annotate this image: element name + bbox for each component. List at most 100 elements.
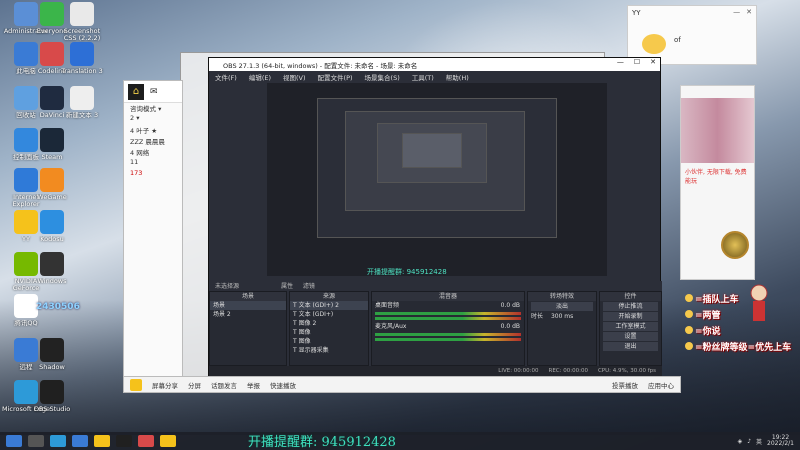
network-icon[interactable]: ◈: [738, 438, 743, 445]
vote-play-button[interactable]: 投票播放: [612, 380, 638, 390]
yy-icon[interactable]: [160, 435, 176, 447]
desktop-icon-label: Translation 3: [61, 68, 103, 75]
controls-dock: 控件 停止推流 开始录制 工作室模式 设置 退出: [599, 291, 662, 366]
qq-list-item[interactable]: 4 叶子 ★: [124, 125, 182, 136]
minimize-icon[interactable]: —: [617, 58, 624, 66]
app-center-button[interactable]: 应用中心: [648, 380, 674, 390]
control-button[interactable]: 停止推流: [603, 302, 658, 311]
source-item[interactable]: T 图像: [290, 328, 368, 337]
transition-type-select[interactable]: 淡出: [531, 302, 593, 311]
scene-item[interactable]: 场景 2: [210, 310, 286, 319]
nested-preview-4: [402, 133, 462, 168]
app-icon: [40, 168, 64, 192]
close-icon[interactable]: ✕: [746, 8, 752, 16]
obs-menu-item[interactable]: 帮助(H): [446, 72, 469, 82]
obs-preview[interactable]: 开播提醒群: 945912428: [267, 83, 607, 276]
maximize-icon[interactable]: ☐: [634, 58, 640, 66]
obs-docks: 场景 场景 场景 2 来源 T 文本 (GDI+) 2T 文本 (GDI+) T …: [209, 291, 662, 366]
qq-list-rows: 咨询模式 ▾ 2 ▾ 4 叶子 ★ ZZZ 晨晨晨 4 网络 11 173: [124, 103, 182, 180]
minimize-icon[interactable]: —: [733, 8, 740, 16]
start-icon[interactable]: [6, 435, 22, 447]
control-button[interactable]: 开始录制: [603, 312, 658, 321]
source-item[interactable]: T 文本 (GDI+): [290, 310, 368, 319]
volume-icon[interactable]: ♪: [747, 438, 751, 445]
obs-menu-item[interactable]: 编辑(E): [249, 72, 271, 82]
obs-menubar: 文件(F) 编辑(E) 视图(V) 配置文件(P) 场景集合(S) 工具(T) 帮助(H): [209, 71, 660, 83]
user-badge-icon: [685, 342, 693, 350]
danmaku-line: =插队上车: [685, 290, 800, 306]
qq-list-item[interactable]: ZZZ 晨晨晨: [124, 136, 182, 147]
explorer-icon[interactable]: [72, 435, 88, 447]
danmaku-text: =粉丝牌等级=优先上车: [695, 342, 792, 353]
qq-list-item[interactable]: 咨询模式 ▾: [124, 103, 182, 114]
desktop-icon-label: Shadow: [39, 364, 65, 371]
streamer-avatar[interactable]: [721, 231, 749, 259]
control-button[interactable]: 设置: [603, 332, 658, 341]
app-icon: [40, 338, 64, 362]
cpu-status: CPU: 4.9%, 30.00 fps: [597, 368, 656, 374]
studio-label: 未选择源 属性 滤镜: [209, 281, 662, 291]
control-button[interactable]: 退出: [603, 342, 658, 351]
source-item[interactable]: T 图像: [290, 337, 368, 346]
tab-filters[interactable]: 滤镜: [303, 283, 315, 290]
live-status: LIVE: 00:00:00: [498, 368, 539, 374]
yy-chat-window: YY of — ✕: [627, 5, 757, 65]
obs-window: OBS 27.1.3 (64-bit, windows) - 配置文件: 未命名…: [208, 57, 662, 377]
obs-menu-item[interactable]: 场景集合(S): [365, 72, 400, 82]
mixer-meter: [375, 317, 521, 320]
app-icon: [70, 86, 94, 110]
desktop-icon-label: Kodosu: [40, 236, 64, 243]
screen-share-button[interactable]: 屏幕分享: [152, 380, 178, 390]
obs-menu-item[interactable]: 视图(V): [283, 72, 306, 82]
qq-list-item[interactable]: 2 ▾: [124, 114, 182, 125]
scene-item[interactable]: 场景: [210, 301, 286, 310]
preview-caption: 开播提醒群: 945912428: [367, 268, 447, 276]
danmaku-text: =你说: [695, 326, 721, 337]
app-icon: [40, 252, 64, 276]
source-item[interactable]: T 文本 (GDI+) 2: [290, 301, 368, 310]
qq-list-item[interactable]: 11: [124, 158, 182, 169]
topic-button[interactable]: 话题发言: [211, 380, 237, 390]
report-button[interactable]: 举报: [247, 380, 260, 390]
home-icon[interactable]: ⌂: [128, 83, 144, 100]
input-lang[interactable]: 英: [756, 437, 762, 446]
app-icon: [70, 42, 94, 66]
search-icon[interactable]: [28, 435, 44, 447]
danmaku-overlay: =插队上车 =两管 =你说 =粉丝牌等级=优先上车: [685, 290, 800, 354]
qq-icon[interactable]: [94, 435, 110, 447]
source-item[interactable]: T 显示器采集: [290, 346, 368, 355]
transition-duration[interactable]: 时长 300 ms: [528, 312, 596, 321]
qq-list-item[interactable]: 4 网络: [124, 147, 182, 158]
split-screen-button[interactable]: 分屏: [188, 380, 201, 390]
chat-icon[interactable]: ✉: [150, 87, 158, 97]
obs-menu-item[interactable]: 配置文件(P): [318, 72, 353, 82]
obs-menu-item[interactable]: 工具(T): [412, 72, 434, 82]
user-badge-icon: [685, 326, 693, 334]
danmaku-line: =两管: [685, 306, 800, 322]
app-icon: [40, 380, 64, 404]
mixer-meter: [375, 312, 521, 315]
edge-icon[interactable]: [50, 435, 66, 447]
live-ad-text: 小伙伴, 无限下载, 免费能玩: [685, 169, 747, 185]
system-tray: ◈ ♪ 英 19:22 2022/2/1: [738, 434, 800, 448]
danmaku-line: =你说: [685, 322, 800, 338]
obs-menu-item[interactable]: 文件(F): [215, 72, 237, 82]
obs-icon[interactable]: [116, 435, 132, 447]
mixer-meter: [375, 333, 521, 336]
clock[interactable]: 19:22 2022/2/1: [767, 434, 794, 448]
close-icon[interactable]: ✕: [650, 58, 656, 66]
live-panel-window: 小伙伴, 无限下载, 免费能玩: [680, 85, 755, 280]
scenes-dock: 场景 场景 场景 2: [209, 291, 287, 366]
qq-list-item[interactable]: 173: [124, 169, 182, 180]
netease-icon[interactable]: [138, 435, 154, 447]
source-item[interactable]: T 图像 2: [290, 319, 368, 328]
control-button[interactable]: 工作室模式: [603, 322, 658, 331]
desktop-icon[interactable]: OBS Studio: [28, 380, 76, 432]
qq-group-list-window: ⌂ ✉ 咨询模式 ▾ 2 ▾ 4 叶子 ★ ZZZ 晨晨晨 4 网络 11 173: [123, 80, 183, 393]
tab-properties[interactable]: 属性: [281, 283, 293, 290]
yy-subtitle: of: [674, 36, 681, 44]
rec-status: REC: 00:00:00: [548, 368, 588, 374]
quick-play-button[interactable]: 快速播放: [270, 380, 296, 390]
qq-app-icon[interactable]: [130, 378, 142, 391]
live-thumbnails[interactable]: [681, 98, 754, 163]
